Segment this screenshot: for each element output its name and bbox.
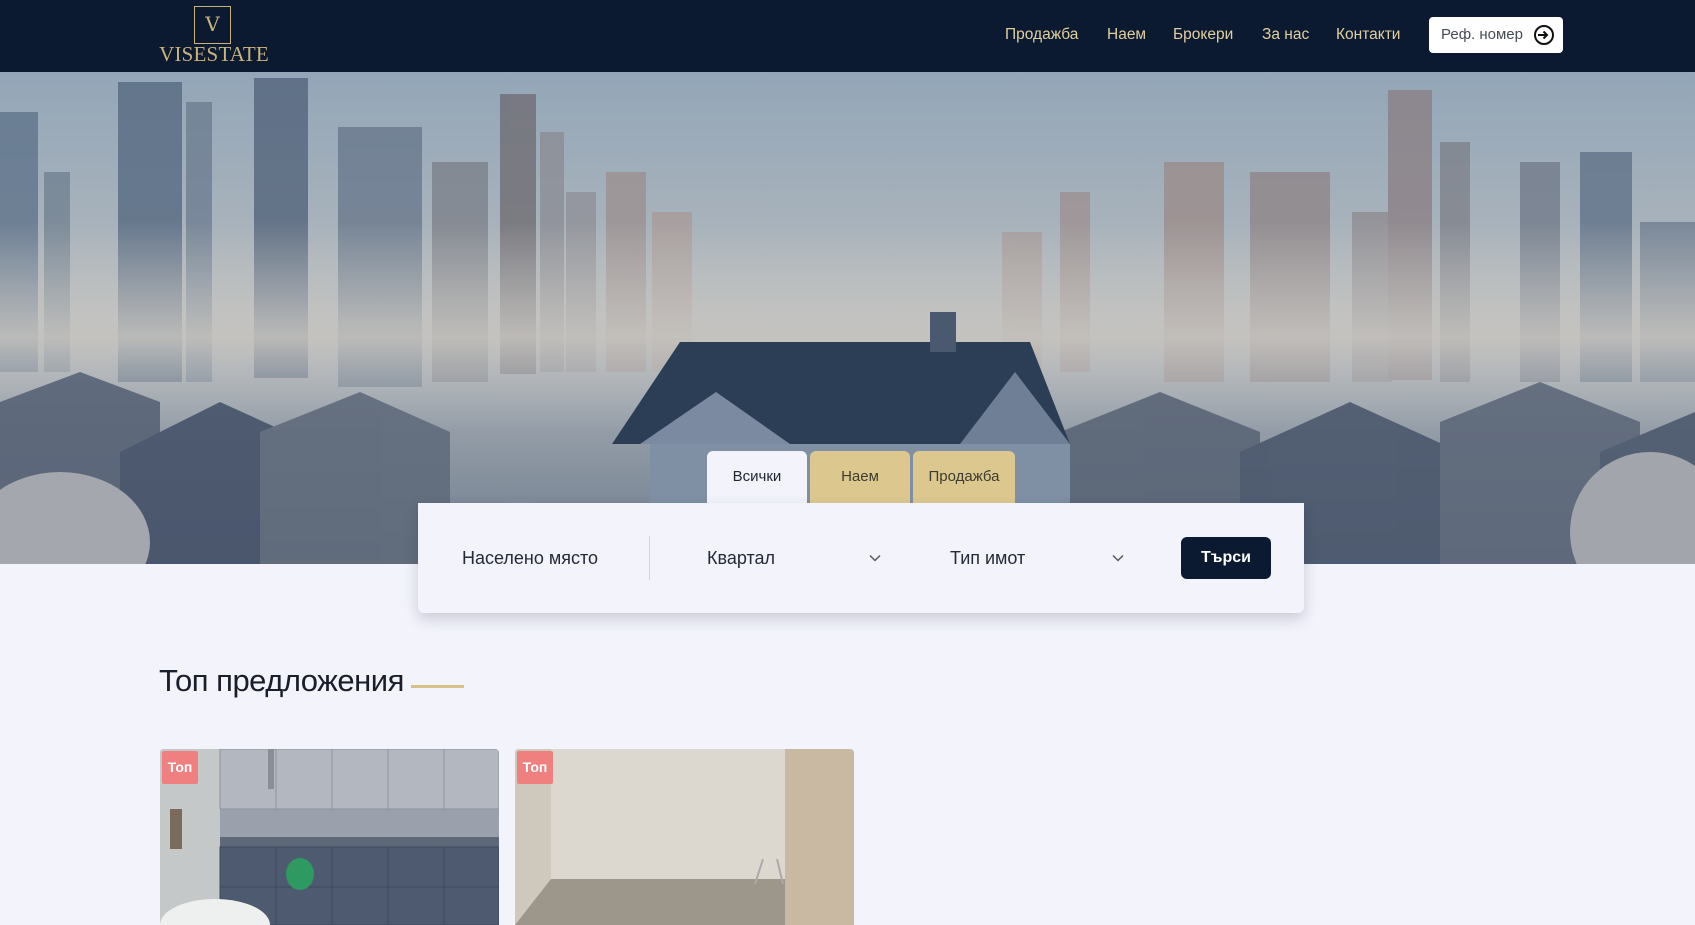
- nav-link-brokers[interactable]: Брокери: [1173, 0, 1233, 72]
- nav-link-sale[interactable]: Продажба: [1005, 0, 1078, 72]
- search-panel: Населено място Квартал Тип имот Търси: [418, 503, 1304, 613]
- district-select[interactable]: Квартал: [707, 503, 775, 613]
- logo-letter: V: [205, 12, 220, 36]
- logo-wordmark: VISESTATE: [159, 42, 269, 66]
- section-title: Топ предложения: [159, 663, 404, 698]
- search-button[interactable]: Търси: [1181, 537, 1271, 579]
- chevron-down-icon[interactable]: [1111, 551, 1125, 565]
- property-photo: [515, 749, 854, 925]
- property-card[interactable]: Топ: [160, 749, 499, 925]
- login-icon: [1534, 25, 1554, 45]
- site-header: V VISESTATE Продажба Наем Брокери За нас…: [0, 0, 1695, 72]
- top-badge: Топ: [517, 751, 553, 784]
- location-input[interactable]: Населено място: [462, 503, 598, 613]
- property-type-select[interactable]: Тип имот: [950, 503, 1025, 613]
- logo-mark: V: [194, 6, 231, 44]
- ref-number-button[interactable]: Реф. номер: [1429, 17, 1563, 53]
- tab-sale[interactable]: Продажба: [913, 451, 1015, 503]
- chevron-down-icon[interactable]: [868, 551, 882, 565]
- nav-link-about[interactable]: За нас: [1262, 0, 1309, 72]
- logo[interactable]: V VISESTATE: [159, 6, 269, 66]
- field-divider: [649, 536, 650, 580]
- title-accent-line: [411, 685, 464, 688]
- tab-rent[interactable]: Наем: [810, 451, 910, 503]
- tab-all[interactable]: Всички: [707, 451, 807, 503]
- nav-link-contacts[interactable]: Контакти: [1336, 0, 1400, 72]
- property-photo: [160, 749, 499, 925]
- nav-link-rent[interactable]: Наем: [1107, 0, 1146, 72]
- top-badge: Топ: [162, 751, 198, 784]
- ref-number-label: Реф. номер: [1441, 26, 1523, 43]
- property-card[interactable]: Топ: [515, 749, 854, 925]
